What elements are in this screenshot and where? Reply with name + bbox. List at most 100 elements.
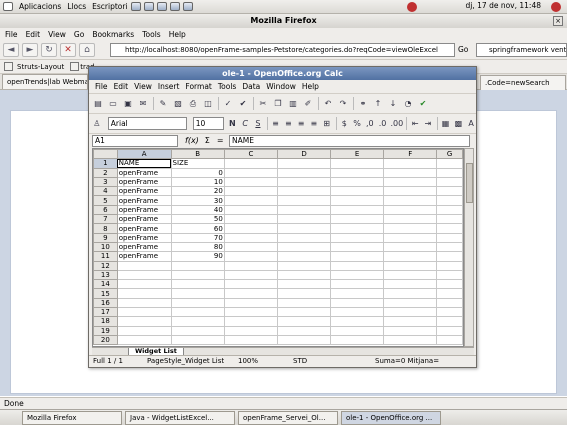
column-header[interactable]: C — [223, 149, 278, 160]
open-icon[interactable]: ▭ — [107, 98, 119, 110]
cell[interactable]: openFrame — [116, 167, 172, 178]
cell[interactable] — [276, 279, 332, 290]
cell[interactable] — [383, 334, 438, 346]
menu-tools[interactable]: Tools — [142, 30, 160, 39]
hyperlink-icon[interactable]: ⚭ — [357, 98, 369, 110]
cell[interactable] — [276, 214, 332, 225]
cell[interactable]: 50 — [170, 214, 225, 225]
cell[interactable]: 20 — [170, 186, 225, 197]
launcher-icon[interactable] — [169, 2, 180, 11]
calc-menu-help[interactable]: Help — [302, 82, 319, 91]
cell[interactable] — [436, 223, 463, 234]
cell[interactable] — [276, 176, 332, 188]
preview-icon[interactable]: ◫ — [202, 98, 214, 110]
save-icon[interactable]: ▣ — [122, 98, 134, 110]
cell[interactable] — [436, 269, 463, 281]
cell[interactable] — [436, 307, 463, 318]
indent-icon[interactable]: ⇤ — [410, 118, 420, 130]
reload-icon[interactable]: ↻ — [41, 42, 57, 57]
bookmark-struts-layout[interactable]: Struts-Layout — [17, 63, 64, 71]
stop-icon[interactable]: ✕ — [60, 42, 76, 57]
cell[interactable] — [223, 325, 278, 336]
row-header[interactable]: 12 — [93, 260, 118, 271]
stylist-icon[interactable]: ♙ — [92, 118, 102, 130]
cell[interactable]: 40 — [170, 204, 225, 216]
align-left-icon[interactable]: ≡ — [271, 118, 281, 130]
cell[interactable] — [116, 325, 172, 336]
back-icon[interactable]: ◄ — [3, 42, 19, 57]
row-header[interactable]: 15 — [93, 288, 118, 299]
cell[interactable] — [170, 316, 225, 327]
close-icon[interactable]: × — [553, 16, 563, 26]
cell[interactable] — [330, 232, 385, 243]
cell[interactable] — [223, 158, 278, 169]
calc-menu-format[interactable]: Format — [185, 82, 211, 91]
print-icon[interactable]: ⎙ — [187, 98, 199, 110]
cell[interactable] — [436, 204, 463, 216]
cell[interactable] — [383, 279, 438, 290]
clone-icon[interactable]: ✐ — [302, 98, 314, 110]
cell[interactable]: 90 — [170, 251, 225, 262]
row-header[interactable]: 19 — [93, 325, 118, 336]
cell[interactable]: NAME — [116, 158, 172, 169]
row-header[interactable]: 1 — [93, 158, 118, 169]
decimal-del-icon[interactable]: .00 — [390, 118, 403, 130]
row-header[interactable]: 10 — [93, 241, 118, 253]
paste-icon[interactable]: ▥ — [287, 98, 299, 110]
scroll-thumb[interactable] — [466, 163, 473, 203]
cell[interactable]: openFrame — [116, 204, 172, 216]
cell[interactable]: openFrame — [116, 241, 172, 253]
cell[interactable]: 80 — [170, 241, 225, 253]
cell[interactable] — [223, 316, 278, 327]
row-header[interactable]: 2 — [93, 167, 118, 178]
cell[interactable] — [383, 297, 438, 309]
copy-icon[interactable]: ❐ — [272, 98, 284, 110]
row-header[interactable]: 16 — [93, 297, 118, 309]
cell[interactable] — [116, 297, 172, 309]
task-firefox[interactable]: Mozilla Firefox — [22, 410, 122, 425]
calc-menu-window[interactable]: Window — [266, 82, 296, 91]
cell[interactable] — [383, 232, 438, 243]
cell[interactable] — [330, 288, 385, 299]
row-header[interactable]: 20 — [93, 334, 118, 346]
cell[interactable] — [276, 251, 332, 262]
cell[interactable] — [116, 288, 172, 299]
cell[interactable] — [223, 307, 278, 318]
menu-go[interactable]: Go — [74, 30, 84, 39]
cell[interactable] — [116, 307, 172, 318]
menu-edit[interactable]: Edit — [26, 30, 41, 39]
row-header[interactable]: 8 — [93, 223, 118, 234]
cell[interactable] — [330, 158, 385, 169]
vertical-scrollbar[interactable] — [464, 148, 474, 347]
cell[interactable] — [223, 232, 278, 243]
bold-button[interactable]: N — [227, 118, 237, 130]
cell[interactable] — [223, 260, 278, 271]
tab-webmail[interactable]: openTrends|lab Webmail — [2, 74, 88, 89]
power-icon[interactable] — [407, 2, 417, 12]
pdf-icon[interactable]: ▧ — [172, 98, 184, 110]
cell[interactable] — [436, 158, 463, 169]
task-calc[interactable]: ole-1 - OpenOffice.org ... — [341, 410, 441, 425]
cell[interactable] — [383, 223, 438, 234]
cell[interactable] — [223, 167, 278, 178]
edit-icon[interactable]: ✎ — [157, 98, 169, 110]
cell[interactable] — [170, 334, 225, 346]
cell[interactable] — [436, 325, 463, 336]
row-header[interactable]: 7 — [93, 214, 118, 225]
cell[interactable] — [223, 251, 278, 262]
cell[interactable]: openFrame — [116, 186, 172, 197]
column-header[interactable]: G — [436, 149, 463, 160]
check-icon[interactable]: ✔ — [417, 98, 429, 110]
logout-icon[interactable] — [551, 2, 561, 12]
cell[interactable] — [330, 307, 385, 318]
cell[interactable] — [330, 214, 385, 225]
cell[interactable] — [170, 325, 225, 336]
clock[interactable]: dj, 17 de nov, 11:48 — [466, 1, 541, 10]
cell[interactable]: openFrame — [116, 176, 172, 188]
cell[interactable] — [170, 297, 225, 309]
task-java[interactable]: Java - WidgetListExcel... — [125, 410, 235, 425]
cell[interactable] — [170, 279, 225, 290]
zoom-level[interactable]: 100% — [238, 356, 258, 367]
cell[interactable] — [330, 223, 385, 234]
column-header[interactable]: D — [276, 149, 332, 160]
